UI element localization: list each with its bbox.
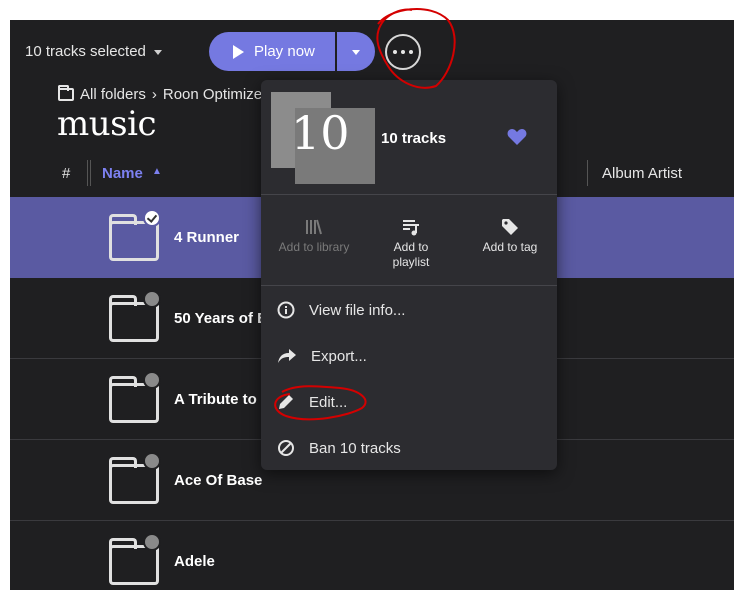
chevron-down-icon	[153, 50, 162, 55]
row-name: Ace Of Base	[174, 472, 263, 489]
column-divider[interactable]	[587, 160, 588, 186]
table-row[interactable]: Adele	[10, 521, 734, 590]
info-icon	[277, 301, 295, 319]
export-label: Export...	[311, 347, 367, 365]
play-icon	[233, 44, 244, 59]
menu-track-count: 10 tracks	[381, 130, 447, 147]
row-checkbox[interactable]	[143, 533, 161, 551]
check-icon	[146, 212, 158, 223]
folder-icon	[109, 538, 159, 585]
add-to-playlist-action[interactable]: Add to playlist	[361, 216, 461, 270]
share-arrow-icon	[278, 349, 296, 363]
chevron-right-icon: ›	[151, 86, 157, 103]
row-name: Adele	[174, 553, 215, 570]
playlist-add-icon	[361, 216, 461, 238]
row-checkbox[interactable]	[143, 371, 161, 389]
more-dot-icon	[393, 50, 397, 54]
view-file-info-item[interactable]: View file info...	[277, 298, 405, 322]
ban-icon	[278, 440, 294, 456]
menu-divider	[261, 194, 557, 195]
add-to-library-action[interactable]: Add to library	[264, 216, 364, 255]
breadcrumb: All folders › Roon Optimize	[58, 85, 262, 103]
library-icon	[264, 216, 364, 238]
roon-app-window: 10 tracks selected Play now All folders …	[10, 20, 734, 590]
export-item[interactable]: Export...	[277, 344, 367, 368]
selection-toolbar: 10 tracks selected Play now	[10, 20, 734, 84]
edit-item[interactable]: Edit...	[277, 390, 347, 414]
more-dot-icon	[409, 50, 413, 54]
row-name: A Tribute to E	[174, 391, 271, 408]
add-to-tag-label: Add to tag	[482, 240, 538, 254]
more-dot-icon	[401, 50, 405, 54]
selection-dropdown[interactable]: 10 tracks selected	[25, 43, 162, 60]
folder-icon	[109, 295, 159, 342]
play-now-button[interactable]: Play now	[209, 32, 335, 71]
folder-icon	[109, 457, 159, 504]
folder-icon	[109, 214, 159, 261]
sort-ascending-icon: ▲	[152, 166, 162, 177]
breadcrumb-root[interactable]: All folders	[80, 86, 146, 103]
add-to-tag-action[interactable]: Add to tag	[460, 216, 557, 255]
chevron-down-icon	[352, 50, 360, 55]
play-now-label: Play now	[254, 43, 315, 60]
ban-tracks-label: Ban 10 tracks	[309, 439, 401, 457]
breadcrumb-current[interactable]: Roon Optimize	[163, 86, 262, 103]
pencil-icon	[279, 395, 293, 409]
favorite-heart-icon[interactable]	[507, 128, 527, 151]
menu-divider	[261, 285, 557, 286]
selection-label: 10 tracks selected	[25, 43, 146, 60]
context-menu: 10 10 tracks Add to library Add to playl…	[261, 80, 557, 470]
edit-label: Edit...	[309, 393, 348, 411]
column-album-artist[interactable]: Album Artist	[602, 165, 682, 182]
more-options-button[interactable]	[385, 34, 421, 70]
thumbnail-count: 10	[291, 106, 350, 160]
add-to-library-label: Add to library	[278, 240, 350, 254]
folder-icon	[58, 85, 74, 101]
column-divider[interactable]	[87, 160, 91, 186]
column-name[interactable]: Name	[102, 165, 143, 182]
folder-icon	[109, 376, 159, 423]
tag-icon	[460, 216, 557, 238]
play-options-dropdown-button[interactable]	[337, 32, 375, 71]
selection-thumbnail: 10	[271, 92, 375, 184]
view-file-info-label: View file info...	[309, 301, 406, 319]
add-to-playlist-label: Add to playlist	[392, 240, 430, 269]
row-checkbox[interactable]	[143, 452, 161, 470]
ban-tracks-item[interactable]: Ban 10 tracks	[277, 436, 401, 460]
row-name: 50 Years of B	[174, 310, 268, 327]
column-number[interactable]: #	[62, 165, 70, 182]
row-checkbox-checked[interactable]	[143, 209, 161, 227]
row-checkbox[interactable]	[143, 290, 161, 308]
page-title: music	[57, 104, 157, 144]
row-name: 4 Runner	[174, 229, 240, 246]
